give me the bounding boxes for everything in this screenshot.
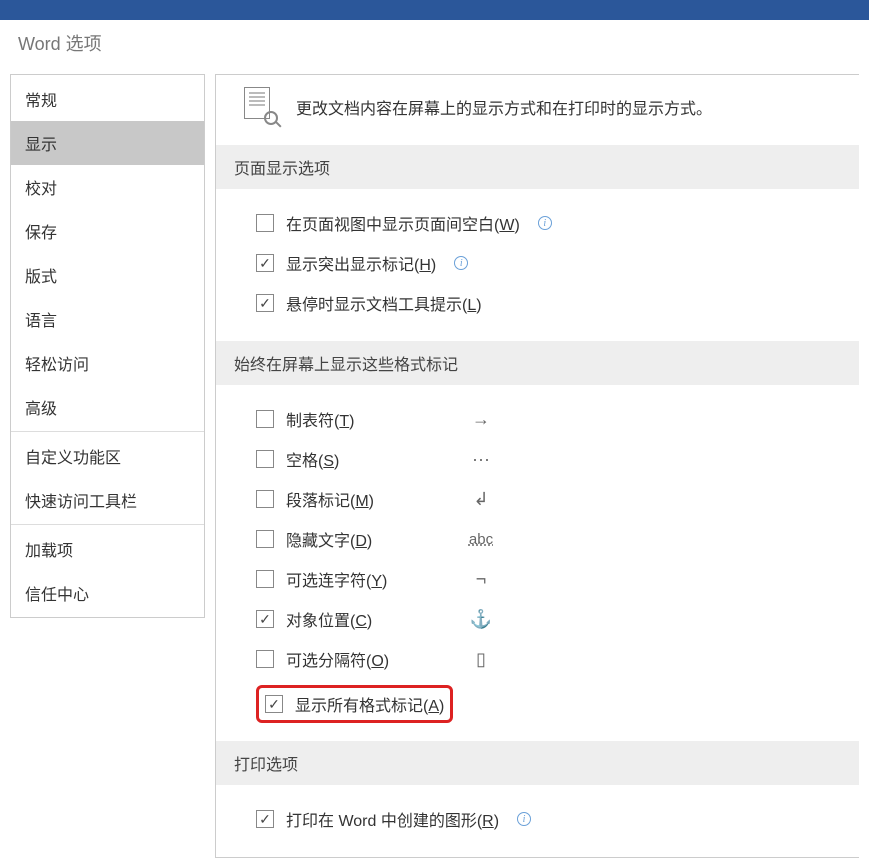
format-mark-3-checkbox[interactable] [256,530,274,548]
info-icon[interactable]: i [454,256,468,270]
info-icon[interactable]: i [517,812,531,826]
page-display-1-label: 显示突出显示标记(H) [286,251,436,275]
sidebar-item-10[interactable]: 加载项 [11,527,204,571]
sidebar-item-2[interactable]: 校对 [11,165,204,209]
page-display-1-checkbox[interactable]: ✓ [256,254,274,272]
sidebar-item-7[interactable]: 高级 [11,385,204,429]
options-sidebar: 常规显示校对保存版式语言轻松访问高级自定义功能区快速访问工具栏加载项信任中心 [10,74,205,618]
document-preview-icon [240,87,280,127]
section-description: 更改文档内容在屏幕上的显示方式和在打印时的显示方式。 [296,95,712,119]
format-mark-4-label: 可选连字符(Y) [286,567,466,591]
sidebar-item-6[interactable]: 轻松访问 [11,341,204,385]
format-mark-symbol: ▯ [466,649,496,670]
sidebar-item-4[interactable]: 版式 [11,253,204,297]
format-mark-3-label: 隐藏文字(D) [286,527,466,551]
page-display-option: ✓ 悬停时显示文档工具提示(L) [256,283,829,323]
print-option: ✓ 打印在 Word 中创建的图形(R) i [256,799,829,839]
format-mark-0-label: 制表符(T) [286,407,466,431]
format-mark-2-checkbox[interactable] [256,490,274,508]
format-mark-5-checkbox[interactable]: ✓ [256,610,274,628]
show-all-marks-highlight: ✓ 显示所有格式标记(A) [256,685,453,723]
page-display-0-checkbox[interactable] [256,214,274,232]
format-mark-6-checkbox[interactable] [256,650,274,668]
sidebar-item-1[interactable]: 显示 [11,121,204,165]
format-mark-symbol: ··· [466,449,496,470]
format-mark-2-label: 段落标记(M) [286,487,466,511]
options-content: 更改文档内容在屏幕上的显示方式和在打印时的显示方式。 页面显示选项 在页面视图中… [215,74,859,858]
sidebar-item-11[interactable]: 信任中心 [11,571,204,615]
format-mark-option: 制表符(T)→ [256,399,829,439]
section-header-format-marks: 始终在屏幕上显示这些格式标记 [216,341,859,385]
format-mark-option: 可选分隔符(O)▯ [256,639,829,679]
format-mark-option: 隐藏文字(D)abc [256,519,829,559]
sidebar-item-8[interactable]: 自定义功能区 [11,434,204,478]
section-header-print: 打印选项 [216,741,859,785]
sidebar-item-0[interactable]: 常规 [11,77,204,121]
title-bar [0,0,869,20]
info-icon[interactable]: i [538,216,552,230]
sidebar-separator [11,524,204,525]
show-all-marks-label: 显示所有格式标记(A) [295,692,444,716]
format-mark-option: 可选连字符(Y)¬ [256,559,829,599]
page-display-option: ✓ 显示突出显示标记(H) i [256,243,829,283]
print-0-checkbox[interactable]: ✓ [256,810,274,828]
print-0-label: 打印在 Word 中创建的图形(R) [286,807,499,831]
format-mark-4-checkbox[interactable] [256,570,274,588]
format-mark-symbol: ¬ [466,569,496,590]
show-all-marks-checkbox[interactable]: ✓ [265,695,283,713]
format-mark-symbol: abc [466,531,496,548]
dialog-title: Word 选项 [0,20,869,74]
format-mark-symbol: ⚓ [466,609,496,630]
format-mark-option: ✓ 对象位置(C)⚓ [256,599,829,639]
sidebar-item-3[interactable]: 保存 [11,209,204,253]
sidebar-item-5[interactable]: 语言 [11,297,204,341]
format-mark-1-label: 空格(S) [286,447,466,471]
format-mark-symbol: ↲ [466,489,496,510]
sidebar-separator [11,431,204,432]
format-mark-5-label: 对象位置(C) [286,607,466,631]
format-mark-symbol: → [466,409,496,430]
format-mark-option: 段落标记(M)↲ [256,479,829,519]
page-display-2-checkbox[interactable]: ✓ [256,294,274,312]
page-display-0-label: 在页面视图中显示页面间空白(W) [286,211,520,235]
page-display-option: 在页面视图中显示页面间空白(W) i [256,203,829,243]
page-display-2-label: 悬停时显示文档工具提示(L) [286,291,482,315]
format-mark-option: 空格(S)··· [256,439,829,479]
format-mark-1-checkbox[interactable] [256,450,274,468]
format-mark-0-checkbox[interactable] [256,410,274,428]
sidebar-item-9[interactable]: 快速访问工具栏 [11,478,204,522]
section-header-page-display: 页面显示选项 [216,145,859,189]
format-mark-6-label: 可选分隔符(O) [286,647,466,671]
